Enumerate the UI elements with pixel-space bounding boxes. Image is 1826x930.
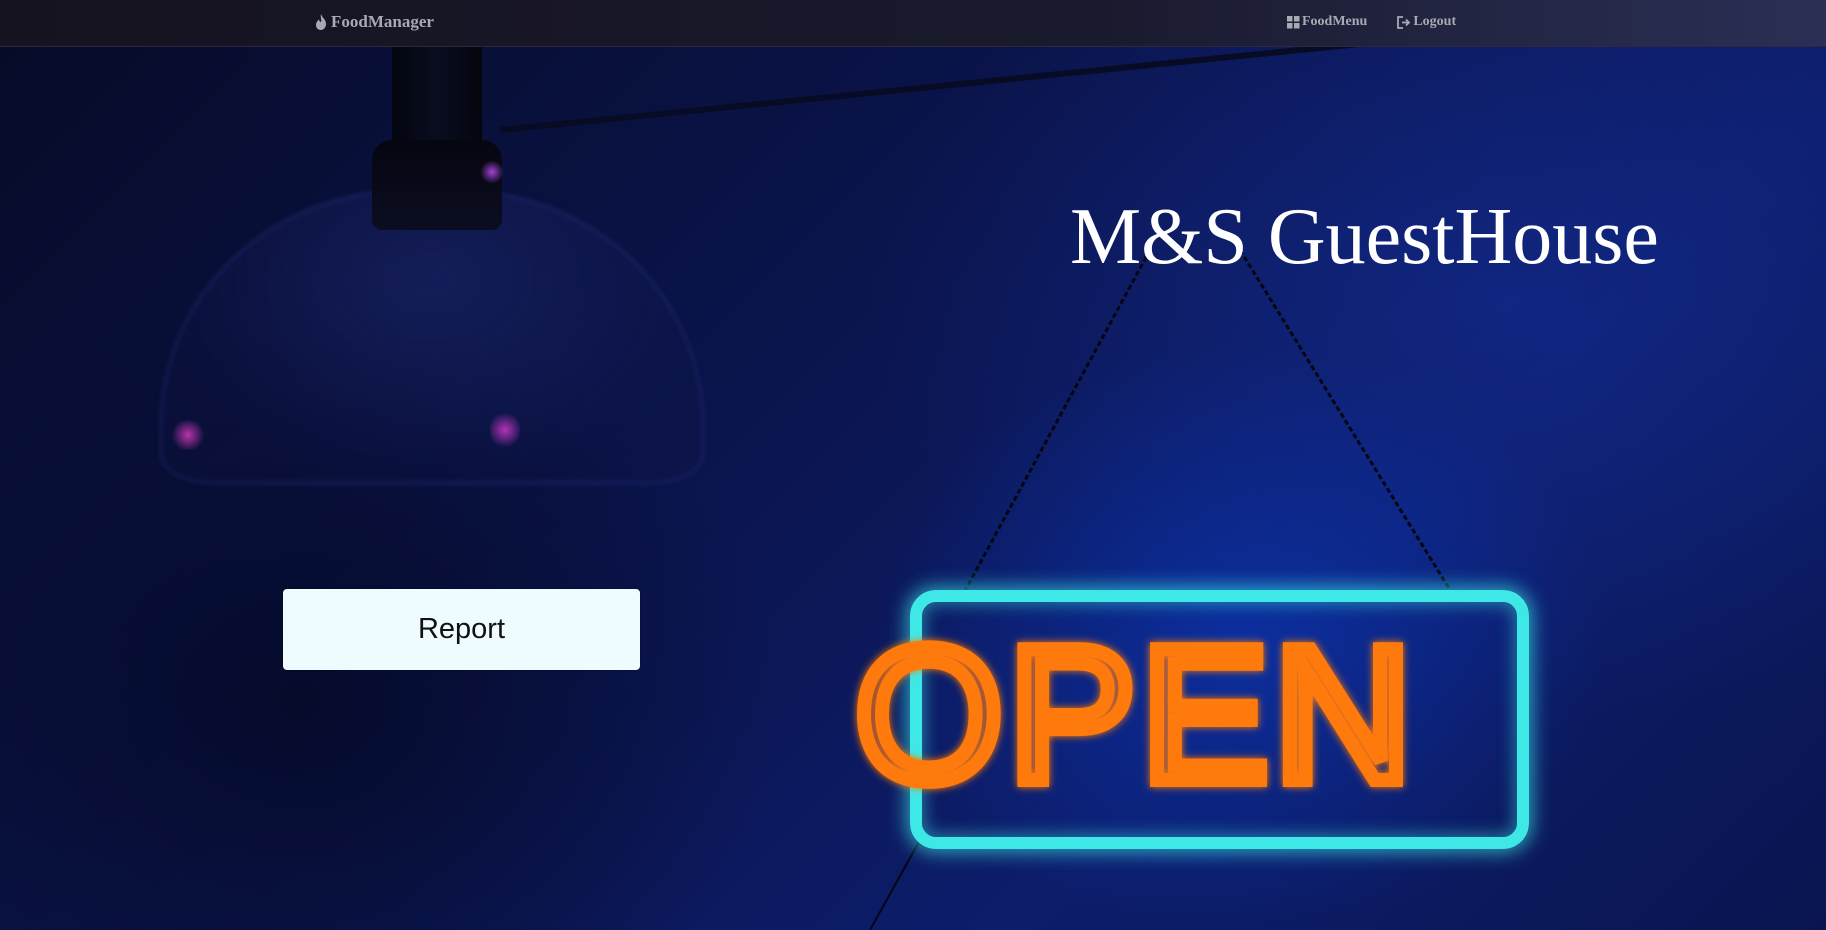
- nav-foodmenu-label: FoodMenu: [1302, 14, 1368, 29]
- nav-links: FoodMenu Logout: [1287, 14, 1456, 30]
- brand-link[interactable]: FoodManager: [313, 12, 434, 32]
- nav-foodmenu-link[interactable]: FoodMenu: [1287, 14, 1367, 30]
- lamp-socket-decoration: [372, 140, 502, 230]
- nav-logout-label: Logout: [1413, 14, 1457, 29]
- nav-logout-link[interactable]: Logout: [1397, 14, 1456, 30]
- open-sign: OPEN: [848, 602, 1418, 820]
- open-sign-text: OPEN: [855, 609, 1417, 820]
- page-title: M&S GuestHouse: [1070, 193, 1659, 281]
- lamp-glow-decoration: [480, 160, 504, 184]
- report-button[interactable]: Report: [283, 589, 640, 670]
- flame-icon: [313, 13, 329, 31]
- top-navbar: FoodManager FoodMenu Logout: [0, 0, 1826, 47]
- lamp-glow-decoration: [170, 420, 206, 450]
- grid-icon: [1287, 15, 1300, 29]
- lamp-glow-decoration: [490, 410, 520, 450]
- logout-icon: [1397, 15, 1411, 29]
- page: FoodManager FoodMenu Logout M&S GuestHou…: [0, 0, 1826, 930]
- brand-label: FoodManager: [331, 12, 434, 31]
- lamp-shade-decoration: [160, 190, 704, 484]
